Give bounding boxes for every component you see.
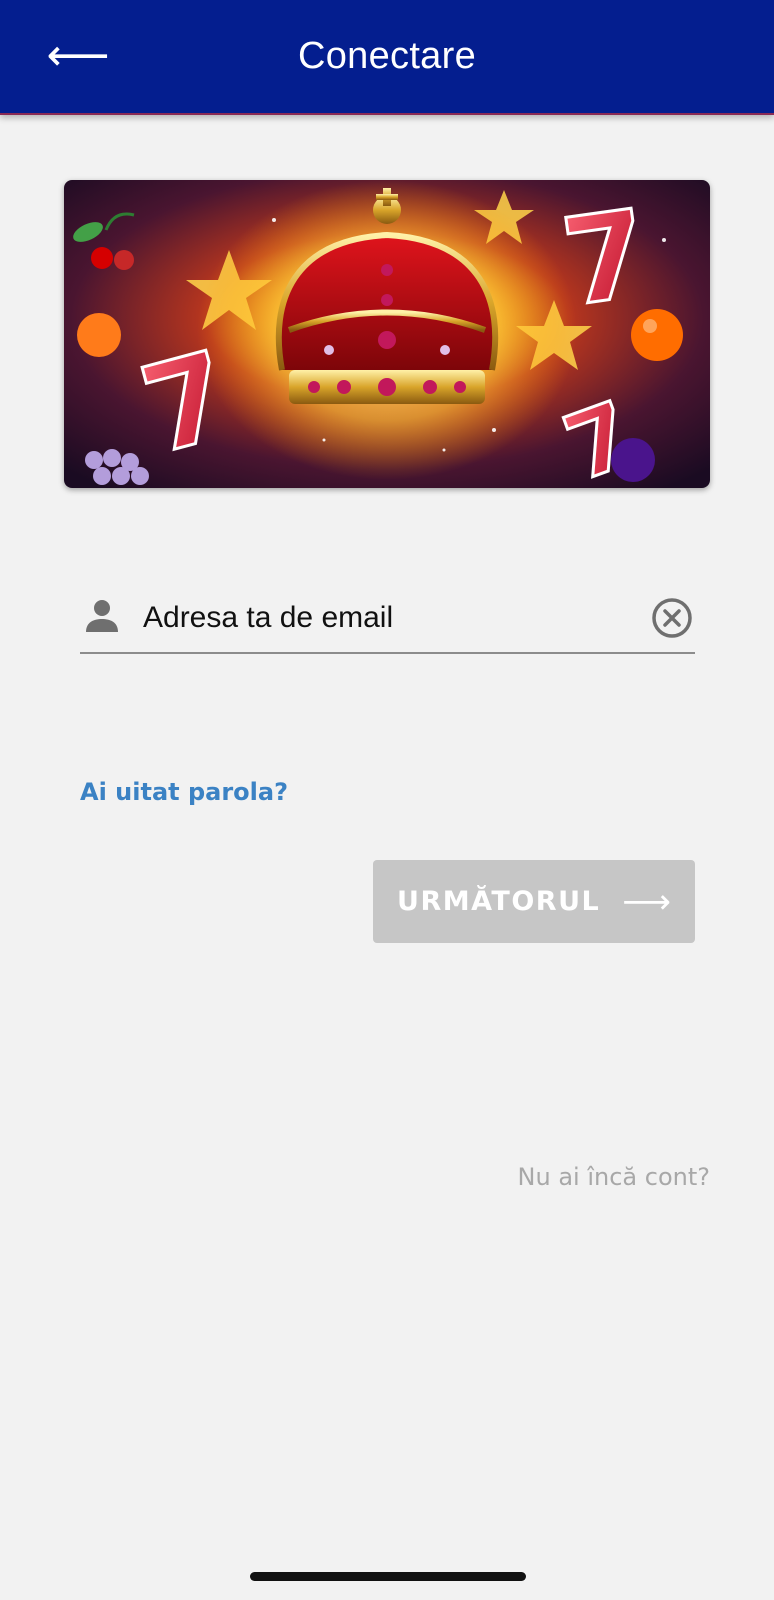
signup-prompt-link[interactable]: Nu ai încă cont? [518, 1163, 710, 1191]
user-icon [86, 600, 118, 632]
next-button[interactable]: URMĂTORUL ⟶ [373, 860, 695, 943]
email-field-row [80, 592, 695, 654]
promo-banner: 7 7 7 [64, 180, 710, 488]
top-app-bar: Conectare ⟵ [0, 0, 774, 115]
next-button-label: URMĂTORUL [397, 886, 601, 917]
home-indicator [250, 1572, 526, 1581]
arrow-right-icon: ⟶ [622, 882, 671, 921]
forgot-password-link[interactable]: Ai uitat parola? [80, 778, 288, 806]
back-arrow-icon[interactable]: ⟵ [46, 28, 110, 84]
crown-slot-artwork: 7 7 7 [64, 180, 710, 488]
email-input[interactable] [143, 592, 633, 644]
page-title: Conectare [297, 35, 477, 77]
clear-circle-icon[interactable] [651, 597, 693, 639]
